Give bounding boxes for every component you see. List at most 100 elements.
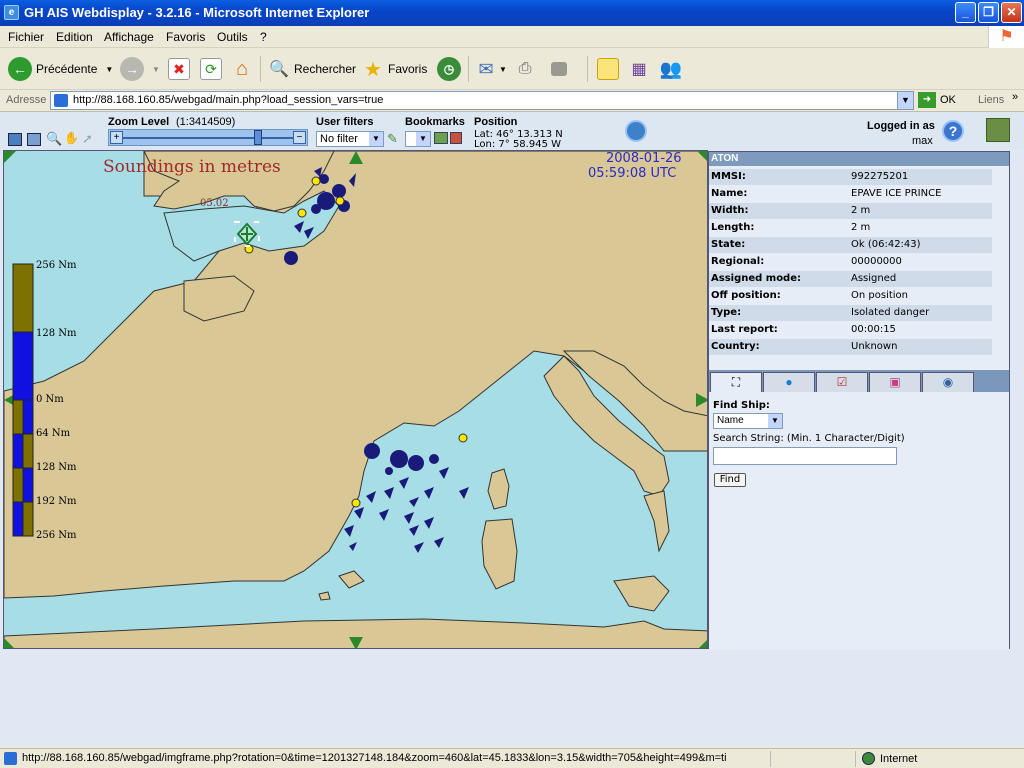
menu-fichier[interactable]: Fichier bbox=[8, 30, 44, 44]
bookmarks-select[interactable]: ▼ bbox=[405, 131, 431, 147]
minimize-button[interactable]: _ bbox=[955, 2, 976, 23]
zoom-slider-thumb[interactable] bbox=[254, 130, 262, 145]
favorites-button[interactable]: ★ Favoris bbox=[362, 56, 427, 82]
checklist-icon: ☑ bbox=[836, 375, 848, 389]
zoom-slider[interactable]: + − bbox=[108, 129, 308, 146]
find-button[interactable]: Find bbox=[714, 473, 746, 487]
tab-checklist[interactable]: ☑ bbox=[816, 372, 868, 392]
tab-find-ship[interactable]: ⛶ bbox=[710, 372, 762, 392]
links-button[interactable]: Liens bbox=[978, 94, 1004, 106]
tab-world[interactable]: ● bbox=[763, 372, 815, 392]
tab-layers[interactable]: ▣ bbox=[869, 372, 921, 392]
clock-refresh-icon[interactable] bbox=[625, 120, 647, 142]
address-dropdown-icon[interactable]: ▼ bbox=[897, 92, 913, 109]
scale-label: 128 Nm bbox=[36, 328, 77, 339]
app-toolbar: 🔍 ✋ ➚ Zoom Level (1:3414509) + − User fi… bbox=[0, 112, 1024, 150]
browser-toolbar: ← Précédente ▼ → ▼ ✖ ⟳ ⌂ 🔍 Rechercher ★ … bbox=[0, 48, 1024, 90]
print-button[interactable]: ⎙ bbox=[514, 56, 536, 82]
back-dropdown-icon[interactable]: ▼ bbox=[105, 65, 113, 74]
landmass-ibiza bbox=[318, 591, 331, 601]
home-icon: ⌂ bbox=[235, 57, 249, 80]
landmass-corsica bbox=[487, 468, 510, 510]
globe-icon: ● bbox=[785, 375, 793, 389]
pan-nw-corner bbox=[4, 151, 16, 163]
eye-icon: ◉ bbox=[942, 375, 954, 389]
map-view[interactable]: Soundings in metres 2008-01-26 05:59:08 … bbox=[3, 150, 708, 649]
menu-outils[interactable]: Outils bbox=[217, 30, 248, 44]
search-input[interactable] bbox=[713, 447, 897, 465]
menu-affichage[interactable]: Affichage bbox=[104, 30, 154, 44]
info-row: Length: 2 m bbox=[711, 222, 871, 233]
logged-in-user: max bbox=[912, 135, 933, 147]
window-title-bar[interactable]: e GH AIS Webdisplay - 3.2.16 - Microsoft… bbox=[0, 0, 1024, 26]
info-row: Off position: On position bbox=[711, 290, 908, 301]
home-button[interactable]: ⌂ bbox=[231, 56, 253, 82]
history-button[interactable]: ◷ bbox=[437, 56, 461, 82]
address-input[interactable]: http://88.168.160.85/webgad/main.php?loa… bbox=[50, 91, 914, 110]
menu-favoris[interactable]: Favoris bbox=[166, 30, 205, 44]
mail-button[interactable]: ✉ ▼ bbox=[475, 56, 507, 82]
research-button[interactable]: ▦ bbox=[628, 56, 650, 82]
find-by-select[interactable]: Name ▼ bbox=[713, 413, 783, 429]
search-button[interactable]: 🔍 Rechercher bbox=[268, 56, 356, 82]
zoom-in-icon[interactable]: + bbox=[110, 131, 123, 144]
back-button[interactable]: ← Précédente ▼ bbox=[8, 56, 113, 82]
status-separator bbox=[855, 751, 856, 767]
refresh-button[interactable]: ⟳ bbox=[200, 56, 222, 82]
scale-label: 128 Nm bbox=[36, 462, 77, 473]
address-url: http://88.168.160.85/webgad/main.php?loa… bbox=[73, 94, 384, 106]
discuss-button[interactable] bbox=[597, 56, 619, 82]
info-row: Name: EPAVE ICE PRINCE bbox=[711, 188, 942, 199]
mail-dropdown-icon[interactable]: ▼ bbox=[499, 65, 507, 74]
menu-bar: Fichier Edition Affichage Favoris Outils… bbox=[0, 26, 1024, 48]
zoom-out-icon[interactable]: − bbox=[293, 131, 306, 144]
forward-arrow-icon: → bbox=[120, 57, 144, 81]
help-icon[interactable]: ? bbox=[942, 120, 964, 142]
zoom-slider-track bbox=[123, 137, 293, 139]
refresh-icon: ⟳ bbox=[200, 58, 222, 80]
toolbar-overflow-icon[interactable]: » bbox=[1012, 91, 1018, 103]
go-label: OK bbox=[940, 94, 956, 106]
scale-label: 256 Nm bbox=[36, 260, 77, 271]
binoculars-icon: ⛶ bbox=[731, 375, 741, 389]
landmass-sicily bbox=[613, 575, 670, 612]
measure-tool-icon[interactable]: ➚ bbox=[82, 131, 93, 147]
logout-icon[interactable] bbox=[986, 118, 1010, 142]
find-ship-label: Find Ship: bbox=[713, 400, 770, 411]
edit-filter-icon[interactable]: ✎ bbox=[387, 131, 398, 147]
stop-button[interactable]: ✖ bbox=[168, 56, 190, 82]
info-row: State: Ok (06:42:43) bbox=[709, 237, 992, 253]
close-button[interactable]: ✕ bbox=[1001, 2, 1022, 23]
distance-scale-bar bbox=[12, 263, 34, 537]
forward-button[interactable]: → ▼ bbox=[120, 56, 160, 82]
menu-help[interactable]: ? bbox=[260, 30, 267, 44]
ship-cluster-channel bbox=[284, 251, 298, 265]
delete-bookmark-icon[interactable] bbox=[450, 132, 462, 144]
status-separator bbox=[770, 751, 771, 767]
tab-view[interactable]: ◉ bbox=[922, 372, 974, 392]
add-bookmark-icon[interactable] bbox=[434, 132, 448, 144]
map-canvas[interactable] bbox=[4, 151, 708, 649]
scale-label: 256 Nm bbox=[36, 530, 77, 541]
map-date: 2008-01-26 bbox=[606, 151, 682, 166]
info-row: MMSI: 992275201 bbox=[709, 169, 992, 185]
back-arrow-icon: ← bbox=[8, 57, 32, 81]
go-button[interactable]: ➜ OK bbox=[918, 92, 956, 108]
menu-edition[interactable]: Edition bbox=[56, 30, 93, 44]
research-icon: ▦ bbox=[631, 61, 647, 78]
zoom-level-label: Zoom Level bbox=[108, 116, 170, 128]
zoom-tool-icon[interactable]: 🔍 bbox=[46, 131, 62, 147]
window-title: GH AIS Webdisplay - 3.2.16 - Microsoft I… bbox=[24, 5, 370, 20]
maximize-button[interactable]: ❐ bbox=[978, 2, 999, 23]
scale-label: 192 Nm bbox=[36, 496, 77, 507]
user-filter-select[interactable]: No filter ▼ bbox=[316, 131, 384, 147]
save-map-icon[interactable] bbox=[27, 133, 41, 146]
position-lon: Lon: 7° 58.945 W bbox=[474, 139, 561, 150]
messenger-button[interactable]: 👥 bbox=[660, 56, 682, 82]
address-bar: Adresse http://88.168.160.85/webgad/main… bbox=[0, 90, 1024, 112]
pan-tool-icon[interactable]: ✋ bbox=[64, 131, 79, 145]
layers-icon: ▣ bbox=[889, 375, 901, 389]
edit-button[interactable] bbox=[551, 56, 567, 82]
forward-dropdown-icon[interactable]: ▼ bbox=[152, 65, 160, 74]
print-map-icon[interactable] bbox=[8, 133, 22, 146]
